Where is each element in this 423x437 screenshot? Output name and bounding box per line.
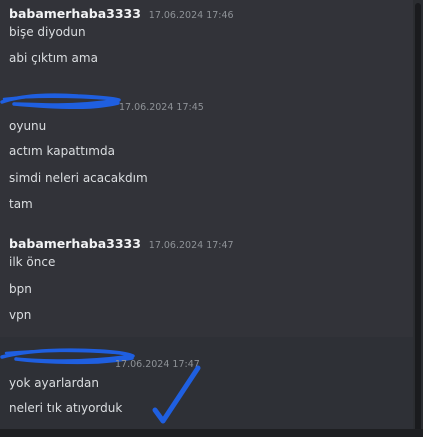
timestamp: 17.06.2024 17:45: [119, 102, 204, 113]
message-header: babamerhaba3333 17.06.2024 17:47: [9, 236, 234, 251]
message-text: bpn: [9, 282, 32, 296]
message-text: neleri tık atıyorduk: [9, 401, 123, 415]
message-text: ilk önce: [9, 255, 56, 269]
timestamp: 17.06.2024 17:46: [148, 10, 234, 21]
message-text: abi çıktım ama: [9, 51, 98, 65]
message-group-highlighted: 17.06.2024 17:47 yok ayarlardan neleri t…: [0, 337, 413, 429]
username[interactable]: babamerhaba3333: [9, 6, 141, 21]
message-text: actım kapattımda: [9, 144, 115, 158]
scrollbar[interactable]: [413, 0, 423, 437]
bottom-bar: [0, 429, 423, 437]
message-text: simdi neleri acacakdım: [9, 171, 148, 185]
message-text: vpn: [9, 308, 32, 322]
message-text: yok ayarlardan: [9, 376, 99, 390]
timestamp: 17.06.2024 17:47: [148, 240, 234, 251]
checkmark-icon: [152, 365, 201, 424]
scrollbar-thumb[interactable]: [415, 3, 421, 433]
message-text: oyunu: [9, 119, 47, 133]
username[interactable]: babamerhaba3333: [9, 236, 141, 251]
message-header: 17.06.2024 17:45: [9, 99, 204, 113]
message-text: bişe diyodun: [9, 25, 86, 39]
message-header: babamerhaba3333 17.06.2024 17:46: [9, 6, 234, 21]
message-text: tam: [9, 197, 33, 211]
